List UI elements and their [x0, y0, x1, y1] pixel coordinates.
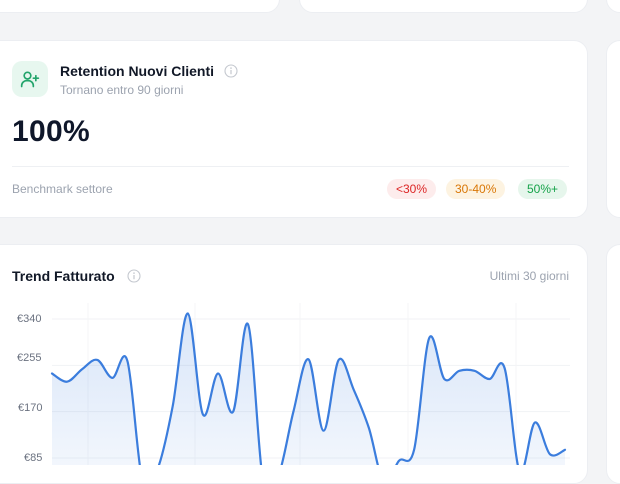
benchmark-badge-low: <30% [387, 179, 437, 199]
retention-value: 100% [12, 115, 90, 148]
user-plus-icon [12, 61, 48, 97]
retention-title: Retention Nuovi Clienti [60, 63, 214, 79]
benchmark-badge-mid: 30-40% [446, 179, 506, 199]
retention-subtitle: Tornano entro 90 giorni [60, 83, 184, 97]
card-top-right [606, 0, 620, 13]
divider [12, 166, 569, 167]
revenue-area [52, 313, 565, 465]
card-top-left [0, 0, 280, 13]
trend-range-label[interactable]: Ultimi 30 giorni [490, 269, 569, 283]
info-icon[interactable] [224, 64, 238, 78]
card-bottom-right [606, 244, 620, 484]
revenue-trend-chart [50, 303, 570, 465]
benchmark-badge-high: 50%+ [518, 179, 568, 199]
info-icon[interactable] [127, 269, 141, 283]
trend-title: Trend Fatturato [12, 268, 115, 284]
card-top-middle [299, 0, 588, 13]
benchmark-label: Benchmark settore [12, 182, 113, 196]
card-middle-right [606, 40, 620, 218]
